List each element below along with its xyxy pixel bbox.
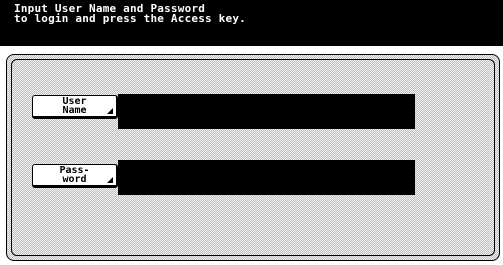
password-button[interactable]: Pass- word (32, 164, 118, 188)
user-name-button[interactable]: User Name (32, 95, 118, 119)
password-field[interactable] (118, 160, 415, 195)
instruction-text: Input User Name and Password to login an… (14, 2, 246, 25)
user-name-button-label: User Name (62, 96, 87, 116)
instruction-header: Input User Name and Password to login an… (0, 0, 503, 46)
corner-triangle-icon (107, 108, 113, 114)
login-panel-border (11, 59, 495, 256)
corner-triangle-icon (107, 177, 113, 183)
login-panel (6, 54, 500, 261)
user-name-field[interactable] (118, 94, 415, 129)
password-button-label: Pass- word (59, 165, 90, 185)
